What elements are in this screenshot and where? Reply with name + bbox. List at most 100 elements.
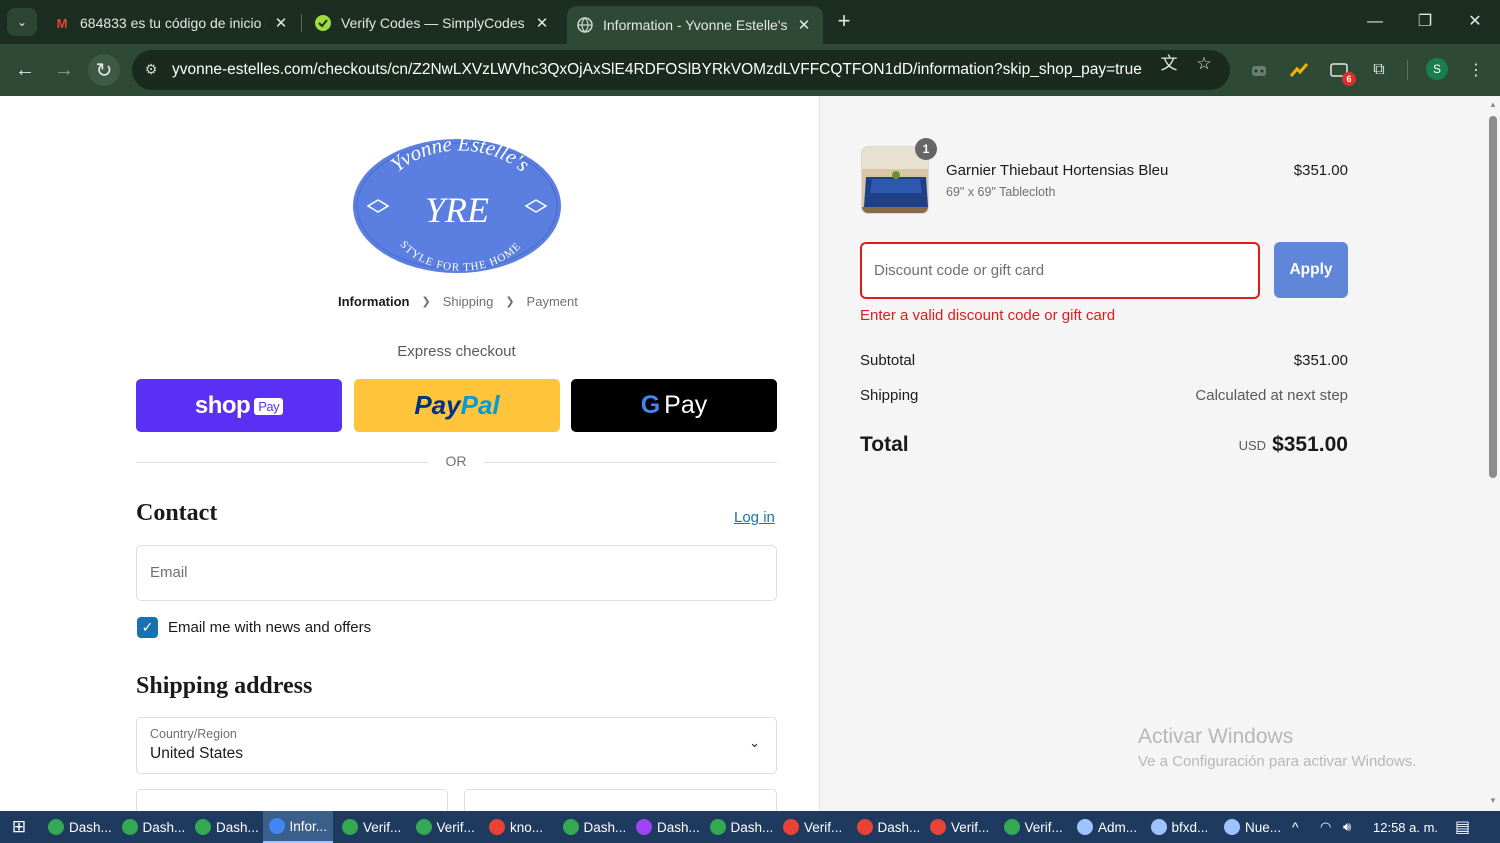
last-name-field[interactable]: [464, 789, 777, 811]
forward-icon[interactable]: →: [48, 54, 80, 86]
taskbar-item[interactable]: Dash...: [189, 811, 259, 843]
taskbar-item-label: Verif...: [1024, 819, 1063, 835]
taskbar-item[interactable]: Verif...: [410, 811, 480, 843]
subtotal-value: $351.00: [1293, 352, 1348, 369]
site-info-icon[interactable]: ⚙: [142, 61, 160, 79]
windows-activation-title: Activar Windows: [1138, 725, 1294, 748]
extension-badge-icon[interactable]: 6: [1327, 58, 1356, 86]
tray-chevron-icon[interactable]: ^: [1292, 811, 1299, 843]
volume-icon[interactable]: 🔊︎: [1343, 811, 1351, 843]
app-icon: [1077, 819, 1093, 835]
network-icon[interactable]: ◠: [1320, 811, 1331, 843]
gmail-icon: M: [56, 15, 68, 31]
globe-icon: [577, 17, 593, 33]
login-link[interactable]: Log in: [734, 509, 775, 526]
shipping-value: Calculated at next step: [1195, 387, 1348, 404]
newsletter-checkbox[interactable]: ✓: [137, 617, 158, 638]
product-name: Garnier Thiebaut Hortensias Bleu: [946, 162, 1169, 179]
restore-icon[interactable]: ❐: [1410, 8, 1440, 36]
browser-chrome: ⌄ M 684833 es tu código de inicio d ✕ Ve…: [0, 0, 1500, 96]
scroll-up-arrow-icon[interactable]: ▲: [1488, 100, 1498, 110]
taskbar-item[interactable]: Dash...: [630, 811, 700, 843]
checkout-page: Yvonne Estelle's STYLE FOR THE HOME YRE …: [0, 96, 1500, 811]
taskbar-item[interactable]: Dash...: [42, 811, 112, 843]
tab-title: 684833 es tu código de inicio d: [80, 15, 266, 31]
toolbar-divider: [1407, 60, 1408, 80]
breadcrumb-information: Information: [338, 294, 410, 309]
browser-menu-icon[interactable]: ⋮: [1464, 58, 1488, 82]
tab-checkout-information[interactable]: Information - Yvonne Estelle's - ✕: [567, 6, 823, 44]
taskbar-item-label: Verif...: [804, 819, 843, 835]
notifications-icon[interactable]: ▤: [1455, 811, 1470, 843]
taskbar-item-label: kno...: [510, 819, 544, 835]
paypal-button[interactable]: Pay Pal: [354, 379, 560, 432]
email-field[interactable]: Email: [136, 545, 777, 601]
taskbar-item[interactable]: Dash...: [557, 811, 627, 843]
taskbar-item-label: bfxd...: [1171, 819, 1209, 835]
taskbar-item-label: Dash...: [877, 819, 921, 835]
new-tab-button[interactable]: +: [833, 10, 855, 34]
translate-icon[interactable]: 文: [1158, 53, 1180, 75]
extension-bolt-icon[interactable]: [1287, 58, 1311, 82]
taskbar-item[interactable]: Nue...: [1218, 811, 1288, 843]
shop-pay-button[interactable]: shop Pay: [136, 379, 342, 432]
page-scrollbar[interactable]: ▲ ▼: [1486, 96, 1500, 811]
scrollbar-thumb[interactable]: [1489, 116, 1497, 478]
app-icon: [1224, 819, 1240, 835]
app-icon: [195, 819, 211, 835]
chevron-right-icon: ❯: [421, 296, 431, 308]
taskbar-item[interactable]: Adm...: [1071, 811, 1141, 843]
taskbar-item[interactable]: Verif...: [998, 811, 1068, 843]
discount-code-input[interactable]: Discount code or gift card: [860, 242, 1260, 299]
clock[interactable]: 12:58 a. m.: [1373, 811, 1438, 843]
tab-gmail[interactable]: M 684833 es tu código de inicio d ✕: [44, 6, 300, 40]
reload-icon[interactable]: ↻: [88, 54, 120, 86]
extensions-puzzle-icon[interactable]: ⧉: [1367, 58, 1391, 82]
simplycodes-icon: [315, 15, 331, 31]
close-window-icon[interactable]: ✕: [1460, 8, 1490, 36]
minimize-icon[interactable]: —: [1360, 8, 1390, 36]
extension-robot-icon[interactable]: [1247, 58, 1271, 82]
country-label: Country/Region: [150, 727, 237, 741]
taskbar-item[interactable]: Dash...: [116, 811, 186, 843]
taskbar-item-label: Dash...: [657, 819, 700, 835]
bookmark-star-icon[interactable]: ☆: [1193, 53, 1215, 75]
app-icon: [856, 819, 873, 835]
taskbar-item[interactable]: Infor...: [262, 811, 333, 843]
tab-separator: [301, 14, 302, 32]
windows-start-icon[interactable]: ⊞: [8, 817, 30, 837]
taskbar-item[interactable]: Dash...: [704, 811, 774, 843]
taskbar-item[interactable]: bfxd...: [1145, 811, 1215, 843]
scroll-down-arrow-icon[interactable]: ▼: [1488, 796, 1498, 806]
back-icon[interactable]: ←: [9, 54, 41, 86]
country-select[interactable]: Country/Region United States ⌄: [136, 717, 777, 774]
tab-simplycodes[interactable]: Verify Codes — SimplyCodes ✕: [305, 6, 561, 40]
logo-monogram: YRE: [425, 190, 489, 230]
store-logo[interactable]: Yvonne Estelle's STYLE FOR THE HOME YRE: [352, 138, 562, 274]
taskbar-item[interactable]: Dash...: [851, 811, 921, 843]
apply-discount-button[interactable]: Apply: [1274, 242, 1348, 298]
browser-toolbar: ← → ↻ ⚙ yvonne-estelles.com/checkouts/cn…: [0, 44, 1500, 96]
taskbar-item[interactable]: Verif...: [336, 811, 406, 843]
tab-title: Information - Yvonne Estelle's -: [603, 17, 789, 33]
taskbar-item[interactable]: Verif...: [924, 811, 994, 843]
close-icon[interactable]: ✕: [795, 16, 813, 34]
first-name-field[interactable]: [136, 789, 448, 811]
tab-search-button[interactable]: ⌄: [7, 8, 37, 36]
product-price: $351.00: [1293, 162, 1348, 179]
taskbar-item[interactable]: kno...: [483, 811, 553, 843]
newsletter-label[interactable]: Email me with news and offers: [168, 619, 371, 636]
extension-count-badge: 6: [1342, 72, 1356, 86]
country-value: United States: [150, 745, 244, 762]
app-icon: [783, 819, 799, 835]
close-icon[interactable]: ✕: [272, 14, 290, 32]
address-bar[interactable]: ⚙ yvonne-estelles.com/checkouts/cn/Z2NwL…: [132, 50, 1230, 90]
quantity-badge: 1: [915, 138, 937, 160]
close-icon[interactable]: ✕: [533, 14, 551, 32]
app-icon: [48, 819, 64, 835]
google-pay-button[interactable]: G Pay: [571, 379, 777, 432]
taskbar-item[interactable]: Verif...: [777, 811, 847, 843]
profile-avatar[interactable]: S: [1426, 58, 1448, 80]
taskbar-item-label: Adm...: [1098, 819, 1138, 835]
url-text: yvonne-estelles.com/checkouts/cn/Z2NwLXV…: [172, 61, 1142, 78]
